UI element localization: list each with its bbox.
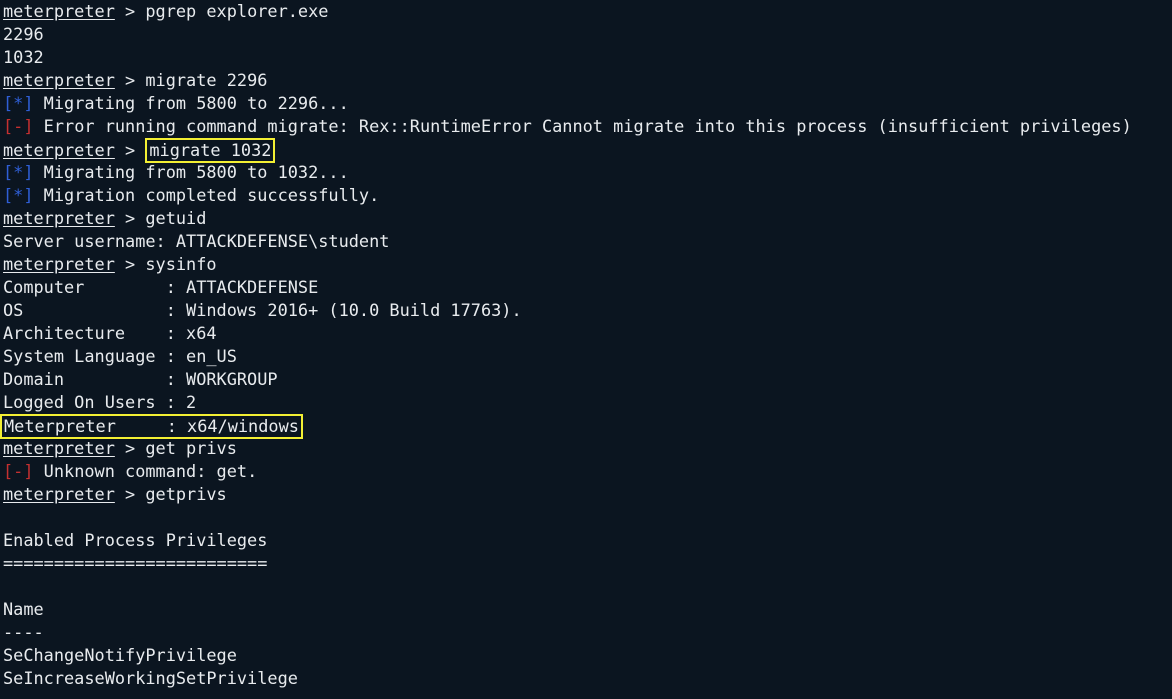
output-line: ========================== bbox=[3, 552, 1172, 575]
info-tag: [*] bbox=[3, 162, 34, 182]
error-tag: [-] bbox=[3, 116, 34, 136]
output-line: Enabled Process Privileges bbox=[3, 529, 1172, 552]
output-text: SeChangeNotifyPrivilege bbox=[3, 645, 237, 665]
message-text: Unknown command: get. bbox=[33, 461, 258, 481]
command-line: meterpreter > sysinfo bbox=[3, 253, 1172, 276]
output-line: System Language : en_US bbox=[3, 345, 1172, 368]
command-line: meterpreter > get privs bbox=[3, 437, 1172, 460]
output-line: Server username: ATTACKDEFENSE\student bbox=[3, 230, 1172, 253]
output-text: ========================== bbox=[3, 553, 268, 573]
command-text: getuid bbox=[145, 208, 207, 228]
message-text: Migrating from 5800 to 2296... bbox=[33, 93, 349, 113]
meterpreter-prompt: meterpreter bbox=[3, 140, 115, 160]
output-line: [*] Migrating from 5800 to 1032... bbox=[3, 161, 1172, 184]
meterpreter-prompt: meterpreter bbox=[3, 70, 115, 90]
output-line: Logged On Users : 2 bbox=[3, 391, 1172, 414]
message-text: Error running command migrate: Rex::Runt… bbox=[33, 116, 1132, 136]
output-text: 1032 bbox=[3, 47, 44, 67]
output-line: [*] Migration completed successfully. bbox=[3, 184, 1172, 207]
output-line: Domain : WORKGROUP bbox=[3, 368, 1172, 391]
highlighted-command: migrate 1032 bbox=[145, 138, 276, 163]
error-tag: [-] bbox=[3, 461, 34, 481]
meterpreter-prompt: meterpreter bbox=[3, 254, 115, 274]
prompt-separator: > bbox=[114, 140, 146, 160]
command-line: meterpreter > getprivs bbox=[3, 483, 1172, 506]
terminal-output[interactable]: meterpreter > pgrep explorer.exe 2296 1032… bbox=[0, 0, 1172, 690]
output-line: [-] Error running command migrate: Rex::… bbox=[3, 115, 1172, 138]
output-text: Logged On Users : 2 bbox=[3, 392, 197, 412]
output-line: [-] Unknown command: get. bbox=[3, 460, 1172, 483]
command-line: meterpreter > getuid bbox=[3, 207, 1172, 230]
info-tag: [*] bbox=[3, 93, 34, 113]
output-line: SeIncreaseWorkingSetPrivilege bbox=[3, 667, 1172, 690]
output-text: Domain : WORKGROUP bbox=[3, 369, 278, 389]
output-text: Enabled Process Privileges bbox=[3, 530, 268, 550]
prompt-separator: > bbox=[114, 1, 146, 21]
info-tag: [*] bbox=[3, 185, 34, 205]
output-text: ---- bbox=[3, 622, 44, 642]
meterpreter-prompt: meterpreter bbox=[3, 1, 115, 21]
command-text: migrate 2296 bbox=[145, 70, 268, 90]
command-text: get privs bbox=[145, 438, 237, 458]
command-text: pgrep explorer.exe bbox=[145, 1, 329, 21]
output-line: Computer : ATTACKDEFENSE bbox=[3, 276, 1172, 299]
prompt-separator: > bbox=[114, 484, 146, 504]
output-line: OS : Windows 2016+ (10.0 Build 17763). bbox=[3, 299, 1172, 322]
output-text: Computer : ATTACKDEFENSE bbox=[3, 277, 319, 297]
command-line: meterpreter > pgrep explorer.exe bbox=[3, 0, 1172, 23]
output-text: SeIncreaseWorkingSetPrivilege bbox=[3, 668, 298, 688]
message-text: Migrating from 5800 to 1032... bbox=[33, 162, 349, 182]
command-text: getprivs bbox=[145, 484, 227, 504]
output-text: 2296 bbox=[3, 24, 44, 44]
output-line: Architecture : x64 bbox=[3, 322, 1172, 345]
message-text: Migration completed successfully. bbox=[33, 185, 380, 205]
output-line: ---- bbox=[3, 621, 1172, 644]
prompt-separator: > bbox=[114, 254, 146, 274]
output-line: Meterpreter : x64/windows bbox=[0, 414, 1172, 439]
output-text: Name bbox=[3, 599, 44, 619]
meterpreter-prompt: meterpreter bbox=[3, 484, 115, 504]
prompt-separator: > bbox=[114, 438, 146, 458]
output-text: OS : Windows 2016+ (10.0 Build 17763). bbox=[3, 300, 522, 320]
output-line: Name bbox=[3, 598, 1172, 621]
output-text: Server username: ATTACKDEFENSE\student bbox=[3, 231, 390, 251]
output-line: SeChangeNotifyPrivilege bbox=[3, 644, 1172, 667]
command-line: meterpreter > migrate 1032 bbox=[3, 138, 1172, 163]
meterpreter-prompt: meterpreter bbox=[3, 208, 115, 228]
command-text: sysinfo bbox=[145, 254, 217, 274]
prompt-separator: > bbox=[114, 208, 146, 228]
prompt-separator: > bbox=[114, 70, 146, 90]
meterpreter-prompt: meterpreter bbox=[3, 438, 115, 458]
output-line: 1032 bbox=[3, 46, 1172, 69]
output-text: System Language : en_US bbox=[3, 346, 237, 366]
output-line: [*] Migrating from 5800 to 2296... bbox=[3, 92, 1172, 115]
output-text: Architecture : x64 bbox=[3, 323, 217, 343]
output-line: 2296 bbox=[3, 23, 1172, 46]
command-line: meterpreter > migrate 2296 bbox=[3, 69, 1172, 92]
highlighted-output: Meterpreter : x64/windows bbox=[0, 414, 303, 439]
